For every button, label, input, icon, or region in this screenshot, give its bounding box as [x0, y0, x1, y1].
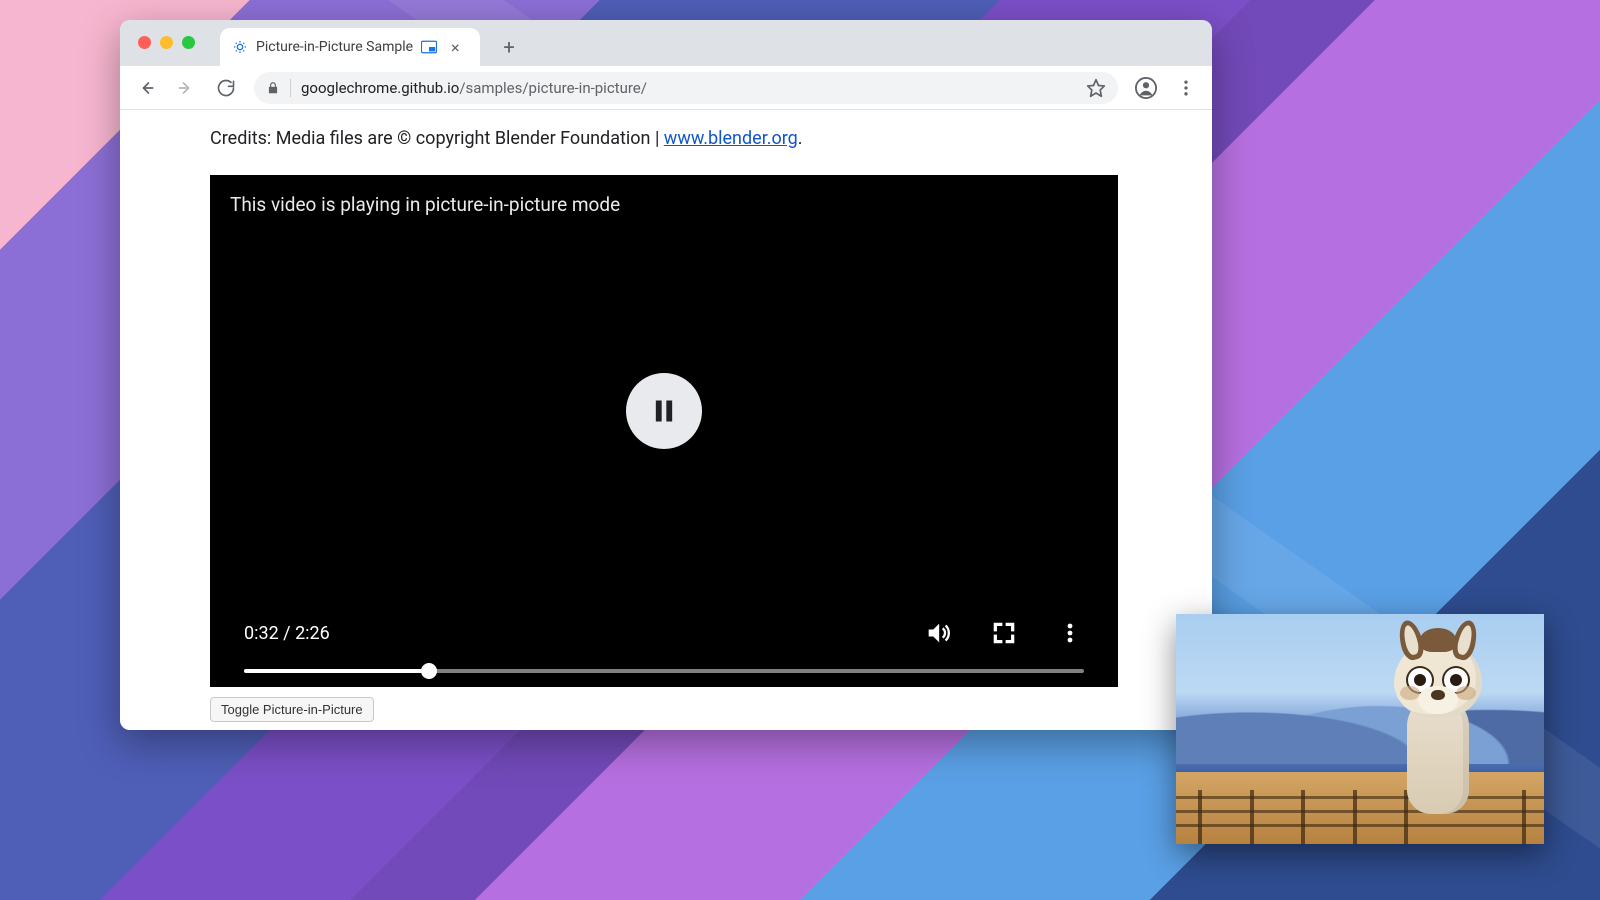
window-controls	[138, 36, 195, 49]
video-progress-bar[interactable]	[244, 669, 1084, 673]
browser-window: Picture-in-Picture Sample × +	[120, 20, 1212, 730]
tab-strip: Picture-in-Picture Sample × +	[120, 20, 1212, 66]
credits-suffix: .	[798, 128, 803, 149]
window-zoom-button[interactable]	[182, 36, 195, 49]
tab-favicon-icon	[232, 39, 248, 55]
credits-line: Credits: Media files are © copyright Ble…	[210, 128, 1122, 149]
pause-button[interactable]	[626, 373, 702, 449]
nav-back-button[interactable]	[128, 70, 164, 106]
video-progress-thumb[interactable]	[421, 663, 437, 679]
tab-close-button[interactable]: ×	[451, 38, 460, 57]
window-minimize-button[interactable]	[160, 36, 173, 49]
bookmark-star-button[interactable]	[1086, 78, 1106, 98]
credits-text: Credits: Media files are © copyright Ble…	[210, 128, 664, 149]
browser-menu-button[interactable]	[1168, 70, 1204, 106]
desktop-background: Picture-in-Picture Sample × +	[0, 0, 1600, 900]
lock-icon	[266, 80, 280, 96]
video-player[interactable]: This video is playing in picture-in-pict…	[210, 175, 1118, 687]
profile-button[interactable]	[1128, 70, 1164, 106]
pip-scene-character	[1368, 634, 1508, 814]
new-tab-button[interactable]: +	[494, 32, 524, 62]
pip-floating-window[interactable]	[1176, 614, 1544, 844]
url-host: googlechrome.github.io	[301, 79, 459, 97]
reload-button[interactable]	[208, 70, 244, 106]
credits-link[interactable]: www.blender.org	[664, 128, 798, 149]
browser-tab[interactable]: Picture-in-Picture Sample ×	[220, 28, 480, 66]
page-content: Credits: Media files are © copyright Ble…	[120, 110, 1212, 730]
tab-title: Picture-in-Picture Sample	[256, 39, 413, 55]
window-close-button[interactable]	[138, 36, 151, 49]
video-time-label: 0:32 / 2:26	[244, 623, 330, 644]
video-controls: 0:32 / 2:26	[210, 619, 1118, 673]
page-url: googlechrome.github.io/samples/picture-i…	[301, 79, 647, 97]
toggle-pip-button[interactable]: Toggle Picture-in-Picture	[210, 697, 374, 722]
video-more-button[interactable]	[1056, 619, 1084, 647]
volume-button[interactable]	[924, 619, 952, 647]
url-path: /samples/picture-in-picture/	[459, 79, 647, 97]
fullscreen-button[interactable]	[990, 619, 1018, 647]
video-pip-message: This video is playing in picture-in-pict…	[230, 193, 620, 216]
nav-forward-button[interactable]	[168, 70, 204, 106]
video-progress-filled	[244, 669, 429, 673]
address-bar[interactable]: googlechrome.github.io/samples/picture-i…	[254, 72, 1118, 104]
browser-toolbar: googlechrome.github.io/samples/picture-i…	[120, 66, 1212, 110]
omnibox-divider	[290, 79, 291, 97]
pip-indicator-icon	[421, 41, 437, 53]
